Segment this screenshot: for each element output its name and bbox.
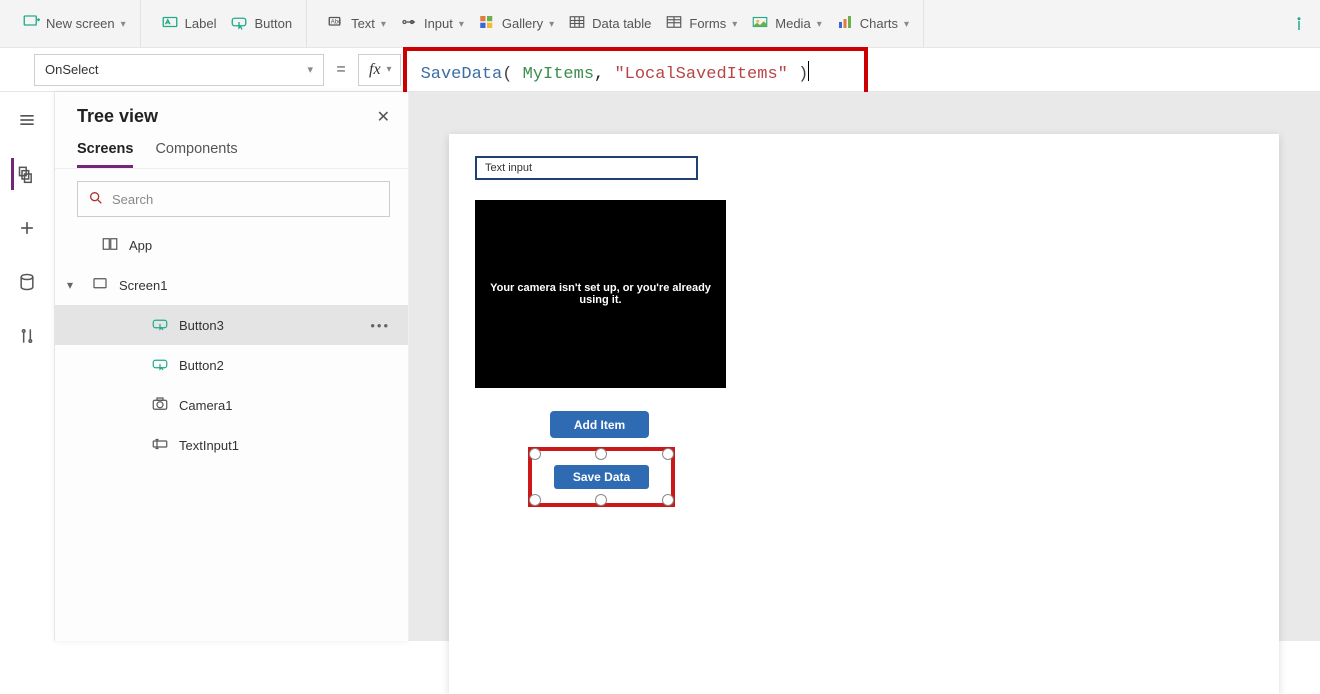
- button-label: Button: [254, 16, 292, 31]
- label-button[interactable]: Label: [157, 9, 221, 38]
- textinput-icon: [151, 435, 169, 456]
- charts-dropdown[interactable]: Charts ▾: [832, 9, 913, 38]
- text-dropdown[interactable]: Abc Text ▾: [323, 9, 390, 38]
- left-rail: [0, 92, 55, 641]
- insert-button[interactable]: [11, 212, 43, 244]
- tree-item-button2[interactable]: Button2: [55, 345, 408, 385]
- save-data-button[interactable]: Save Data: [554, 465, 649, 489]
- search-placeholder: Search: [112, 192, 153, 207]
- property-name: OnSelect: [45, 62, 98, 77]
- equals-label: =: [330, 61, 352, 79]
- camera-message: Your camera isn't set up, or you're alre…: [487, 282, 714, 306]
- fx-dropdown[interactable]: fx ▾: [358, 54, 401, 86]
- chevron-down-icon: ▾: [817, 19, 822, 30]
- chevron-down-icon: ▾: [381, 19, 386, 30]
- camera-control[interactable]: Your camera isn't set up, or you're alre…: [475, 200, 726, 388]
- button-icon: [151, 315, 169, 336]
- new-screen-button[interactable]: New screen ▾: [18, 9, 130, 38]
- tree-item-camera1[interactable]: Camera1: [55, 385, 408, 425]
- camera-icon: [151, 395, 169, 416]
- svg-text:Abc: Abc: [331, 20, 341, 26]
- more-options-button[interactable]: •••: [370, 318, 390, 333]
- data-table-icon: [568, 13, 586, 34]
- text-icon: Abc: [327, 13, 345, 34]
- fx-icon: fx: [359, 61, 387, 79]
- tree-list: App ▾ Screen1 Button3 ••• Button2 Camera…: [55, 223, 408, 467]
- gallery-dropdown[interactable]: Gallery ▾: [474, 9, 558, 38]
- resize-handle-tl[interactable]: [529, 448, 541, 460]
- add-item-button[interactable]: Add Item: [550, 411, 649, 438]
- ribbon-toolbar: New screen ▾ Label Button Abc Text ▾ Inp…: [0, 0, 1320, 48]
- save-data-selection-highlight: Save Data: [528, 447, 675, 507]
- property-select[interactable]: OnSelect ▾: [34, 54, 324, 86]
- tree-item-app[interactable]: App: [55, 225, 408, 265]
- label-label: Label: [185, 16, 217, 31]
- screen-icon: [91, 275, 109, 296]
- hamburger-button[interactable]: [11, 104, 43, 136]
- chevron-down-icon: ▾: [549, 19, 554, 30]
- chevron-down-icon: ▾: [67, 278, 81, 292]
- chevron-down-icon: ▾: [459, 19, 464, 30]
- tools-button[interactable]: [11, 320, 43, 352]
- chevron-down-icon: ▾: [732, 19, 737, 30]
- input-icon: [400, 13, 418, 34]
- panel-tabs: Screens Components: [55, 135, 408, 169]
- resize-handle-tr[interactable]: [662, 448, 674, 460]
- input-dropdown[interactable]: Input ▾: [396, 9, 468, 38]
- tree-item-textinput1[interactable]: TextInput1: [55, 425, 408, 465]
- formula-input[interactable]: SaveData( MyItems, "LocalSavedItems" ): [407, 61, 824, 84]
- label-icon: [161, 13, 179, 34]
- resize-handle-tc[interactable]: [595, 448, 607, 460]
- text-input-control[interactable]: Text input: [475, 156, 698, 180]
- data-table-button[interactable]: Data table: [564, 9, 655, 38]
- search-icon: [88, 190, 104, 209]
- resize-handle-bc[interactable]: [595, 494, 607, 506]
- text-caret: [808, 61, 809, 81]
- forms-dropdown[interactable]: Forms ▾: [661, 9, 741, 38]
- button-button[interactable]: Button: [226, 9, 296, 38]
- screen-plus-icon: [22, 13, 40, 34]
- resize-handle-br[interactable]: [662, 494, 674, 506]
- chevron-down-icon: ▾: [904, 19, 909, 30]
- formula-input-highlight: SaveData( MyItems, "LocalSavedItems" ): [403, 47, 868, 99]
- data-button[interactable]: [11, 266, 43, 298]
- tab-screens[interactable]: Screens: [77, 135, 133, 168]
- chevron-down-icon: ▾: [121, 19, 126, 30]
- tree-item-screen1[interactable]: ▾ Screen1: [55, 265, 408, 305]
- new-screen-label: New screen: [46, 16, 115, 31]
- chevron-down-icon: ▾: [387, 64, 400, 75]
- formula-bar: OnSelect ▾ = fx ▾ SaveData( MyItems, "Lo…: [0, 48, 1320, 92]
- gallery-icon: [478, 13, 496, 34]
- button-icon: [230, 13, 248, 34]
- media-icon: [751, 13, 769, 34]
- forms-icon: [665, 13, 683, 34]
- panel-title: Tree view: [77, 106, 158, 127]
- tree-view-button[interactable]: [11, 158, 43, 190]
- charts-icon: [836, 13, 854, 34]
- search-input[interactable]: Search: [77, 181, 390, 217]
- tab-components[interactable]: Components: [155, 135, 237, 168]
- app-canvas[interactable]: Text input Your camera isn't set up, or …: [449, 134, 1279, 694]
- media-dropdown[interactable]: Media ▾: [747, 9, 825, 38]
- tree-item-button3[interactable]: Button3 •••: [55, 305, 408, 345]
- tree-panel: Tree view ✕ Screens Components Search Ap…: [55, 92, 409, 641]
- app-icon: [101, 235, 119, 256]
- more-button[interactable]: [1286, 11, 1312, 37]
- canvas-area[interactable]: Text input Your camera isn't set up, or …: [409, 92, 1320, 641]
- resize-handle-bl[interactable]: [529, 494, 541, 506]
- button-icon: [151, 355, 169, 376]
- close-panel-button[interactable]: ✕: [377, 107, 390, 127]
- chevron-down-icon: ▾: [307, 63, 313, 76]
- main-area: Tree view ✕ Screens Components Search Ap…: [0, 92, 1320, 641]
